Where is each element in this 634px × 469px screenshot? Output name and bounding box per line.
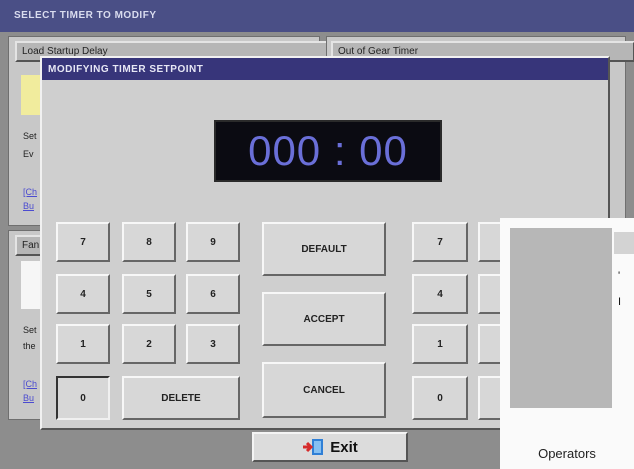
delete-button[interactable]: DELETE (122, 376, 240, 420)
key-1-secondary[interactable]: 1 (412, 324, 468, 364)
panel-link-change[interactable]: [Ch (23, 379, 37, 389)
panel-text-line2: the (23, 341, 36, 351)
key-9[interactable]: 9 (186, 222, 240, 262)
key-0[interactable]: 0 (56, 376, 110, 420)
inset-bar (614, 232, 634, 254)
key-0-secondary[interactable]: 0 (412, 376, 468, 420)
inset-image (510, 228, 612, 408)
cancel-button[interactable]: CANCEL (262, 362, 386, 418)
key-5[interactable]: 5 (122, 274, 176, 314)
key-3[interactable]: 3 (186, 324, 240, 364)
timer-display: 000 : 00 (214, 120, 442, 182)
key-6[interactable]: 6 (186, 274, 240, 314)
dialog-title: MODIFYING TIMER SETPOINT (42, 58, 608, 80)
default-button[interactable]: DEFAULT (262, 222, 386, 276)
key-4-secondary[interactable]: 4 (412, 274, 468, 314)
inset-glyph: ' (618, 270, 621, 282)
panel-text-line2: Ev (23, 149, 34, 159)
key-7[interactable]: 7 (56, 222, 110, 262)
inset-glyph: I (618, 296, 622, 308)
inset-label: Operators (538, 446, 596, 461)
panel-text-line1: Set (23, 131, 37, 141)
panel-link-button[interactable]: Bu (23, 201, 34, 211)
panel-text-line1: Set (23, 325, 37, 335)
exit-button[interactable]: Exit (252, 432, 408, 462)
panel-link-change[interactable]: [Ch (23, 187, 37, 197)
key-2[interactable]: 2 (122, 324, 176, 364)
key-7-secondary[interactable]: 7 (412, 222, 468, 262)
outer-window-title: SELECT TIMER TO MODIFY (0, 0, 634, 32)
key-4[interactable]: 4 (56, 274, 110, 314)
exit-door-icon (303, 439, 324, 455)
key-8[interactable]: 8 (122, 222, 176, 262)
exit-label: Exit (330, 438, 358, 456)
key-1[interactable]: 1 (56, 324, 110, 364)
accept-button[interactable]: ACCEPT (262, 292, 386, 346)
panel-link-button[interactable]: Bu (23, 393, 34, 403)
